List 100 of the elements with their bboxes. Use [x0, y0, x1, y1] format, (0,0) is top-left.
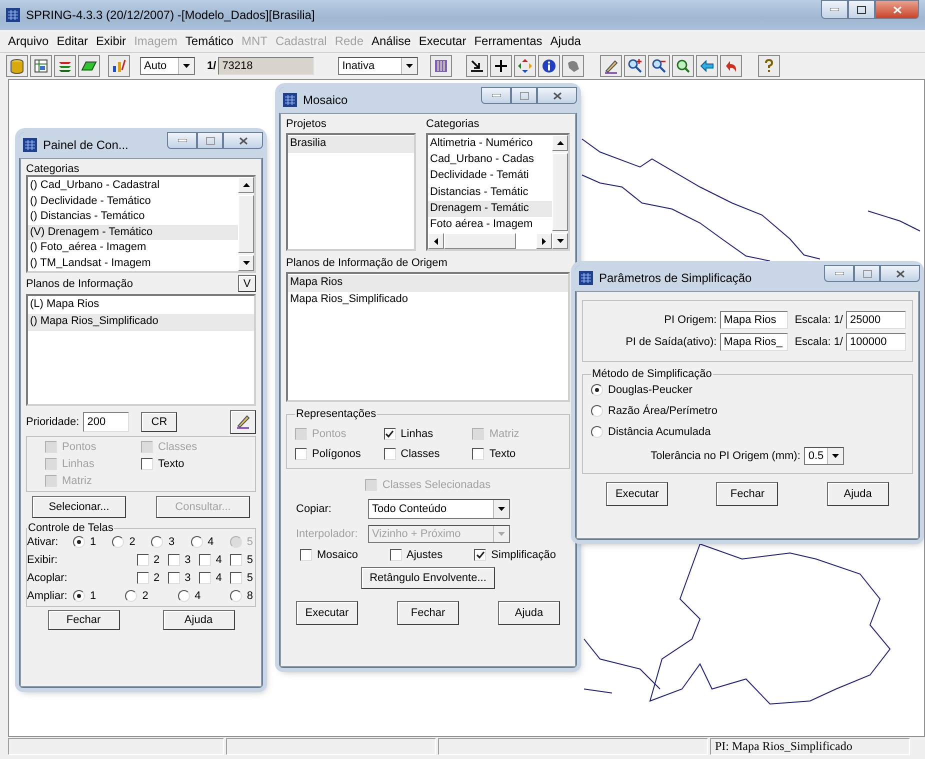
list-item[interactable]: () Distancias - Temático [28, 209, 238, 224]
pencil-button[interactable] [600, 55, 622, 77]
menu-item[interactable]: Ajuda [546, 32, 585, 50]
checkbox[interactable] [230, 554, 242, 566]
move-button[interactable] [514, 55, 536, 77]
radio-button[interactable] [112, 536, 124, 548]
minimize-button[interactable] [821, 0, 848, 19]
tolerance-dropdown[interactable]: 0.5 [804, 447, 844, 465]
menu-item[interactable]: Arquivo [4, 32, 53, 50]
minimize-button[interactable] [481, 87, 511, 104]
list-item[interactable]: Mapa Rios [288, 275, 568, 292]
list-item[interactable]: Brasilia [288, 136, 414, 153]
checkbox[interactable] [136, 554, 148, 566]
list-item[interactable]: () Mapa Rios_Simplificado [28, 314, 254, 331]
scroll-left-button[interactable] [428, 233, 444, 249]
list-item[interactable]: () Cad_Urbano - Cadastral [28, 178, 238, 194]
scroll-down-button[interactable] [552, 233, 568, 249]
select-button[interactable]: Selecionar... [32, 496, 126, 518]
menu-item[interactable]: Análise [368, 32, 415, 50]
arrow-left-button[interactable] [696, 55, 718, 77]
scale-field[interactable]: 73218 [218, 57, 314, 75]
list-item[interactable]: () Declividade - Temático [28, 194, 238, 209]
close-button[interactable] [537, 87, 577, 104]
dialog-button[interactable]: Executar [296, 601, 358, 625]
plane-list[interactable]: Mapa Rios Mapa Rios_Simplificado [286, 272, 570, 402]
checkbox[interactable] [472, 448, 484, 460]
bars-button[interactable] [430, 55, 452, 77]
radio-button[interactable] [190, 536, 203, 548]
list-item[interactable]: (V) Drenagem - Temático [28, 224, 238, 240]
list-item[interactable]: Mapa Rios_Simplificado [288, 292, 568, 309]
checkbox[interactable] [198, 554, 211, 566]
close-button[interactable] [875, 0, 919, 19]
arrow-into-button[interactable] [466, 55, 488, 77]
magnifier-minus-button[interactable] [648, 55, 670, 77]
scale-field[interactable]: 100000 [846, 333, 906, 351]
visibility-button[interactable]: V [238, 275, 256, 292]
radio-button[interactable] [591, 405, 603, 417]
magnifier-button[interactable] [672, 55, 694, 77]
checkbox[interactable] [384, 448, 396, 460]
list-item[interactable]: Foto aérea - Imagem [428, 216, 552, 234]
scroll-right-button[interactable] [536, 233, 552, 249]
zoom-dropdown[interactable]: Auto [140, 57, 195, 75]
copy-dropdown[interactable]: Todo Conteúdo [368, 499, 510, 519]
checkbox[interactable] [300, 549, 312, 561]
radio-button[interactable] [230, 590, 242, 602]
radio-button[interactable] [591, 426, 603, 438]
plus-button[interactable] [490, 55, 512, 77]
minimize-button[interactable] [167, 132, 197, 149]
radio-button[interactable] [73, 536, 85, 548]
radio-button[interactable] [73, 590, 85, 602]
cr-button[interactable]: CR [141, 412, 178, 432]
checkbox[interactable] [390, 549, 402, 561]
parallelogram-button[interactable] [78, 55, 100, 77]
checkbox[interactable] [198, 572, 211, 584]
table-button[interactable] [30, 55, 52, 77]
undo-arrow-button[interactable] [720, 55, 742, 77]
list-item[interactable]: Distancias - Temátic [428, 184, 552, 201]
minimize-button[interactable] [824, 265, 854, 282]
radio-button[interactable] [125, 590, 138, 602]
scroll-up-button[interactable] [238, 177, 254, 193]
menu-item[interactable]: Temático [181, 32, 238, 50]
list-item[interactable]: Drenagem - Temátic [428, 200, 552, 217]
cursor-mode-dropdown[interactable]: Inativa [338, 57, 418, 75]
checkbox[interactable] [230, 572, 242, 584]
scroll-down-button[interactable] [238, 255, 254, 271]
checkbox[interactable] [384, 428, 396, 440]
menu-item[interactable]: Exibir [92, 32, 130, 50]
menu-item[interactable]: Ferramentas [470, 32, 546, 50]
database-button[interactable] [6, 55, 28, 77]
checkbox[interactable] [168, 554, 180, 566]
info-button[interactable] [538, 55, 560, 77]
scroll-thumb[interactable] [238, 195, 254, 253]
layer-field[interactable]: Mapa Rios [720, 311, 788, 329]
checkbox[interactable] [136, 572, 148, 584]
priority-field[interactable]: 200 [83, 412, 130, 432]
scroll-up-button[interactable] [552, 135, 568, 151]
magnifier-plus-button[interactable] [624, 55, 646, 77]
dialog-button[interactable]: Ajuda [162, 610, 234, 630]
dialog-button[interactable]: Fechar [48, 610, 120, 630]
layers-button[interactable] [54, 55, 76, 77]
bounding-box-button[interactable]: Retângulo Envolvente... [361, 567, 495, 589]
close-button[interactable] [223, 132, 263, 149]
dialog-button[interactable]: Fechar [397, 601, 459, 625]
project-list[interactable]: Brasilia [286, 133, 416, 251]
menu-item[interactable]: Executar [414, 32, 470, 50]
checkbox[interactable] [474, 549, 486, 561]
checkbox[interactable] [141, 458, 153, 470]
category-list[interactable]: () Cad_Urbano - Cadastral () Declividade - Temático () Distancias - Temático (V) Drenagem - Temático () Foto_aérea - Imagem () TM_Landsat - Imagem [26, 175, 256, 273]
radio-button[interactable] [151, 536, 164, 548]
checkbox[interactable] [295, 448, 307, 460]
plane-list[interactable]: (L) Mapa Rios () Mapa Rios_Simplificado [26, 294, 256, 406]
list-item[interactable]: Declividade - Temáti [428, 168, 552, 185]
edit-button[interactable] [230, 410, 256, 434]
close-button[interactable] [880, 265, 920, 282]
radio-button[interactable] [178, 590, 190, 602]
dialog-button[interactable]: Fechar [716, 482, 778, 506]
list-item[interactable]: (L) Mapa Rios [28, 297, 254, 314]
dialog-button[interactable]: Executar [606, 482, 668, 506]
dialog-button[interactable]: Ajuda [498, 601, 560, 625]
maximize-button[interactable] [848, 0, 875, 19]
